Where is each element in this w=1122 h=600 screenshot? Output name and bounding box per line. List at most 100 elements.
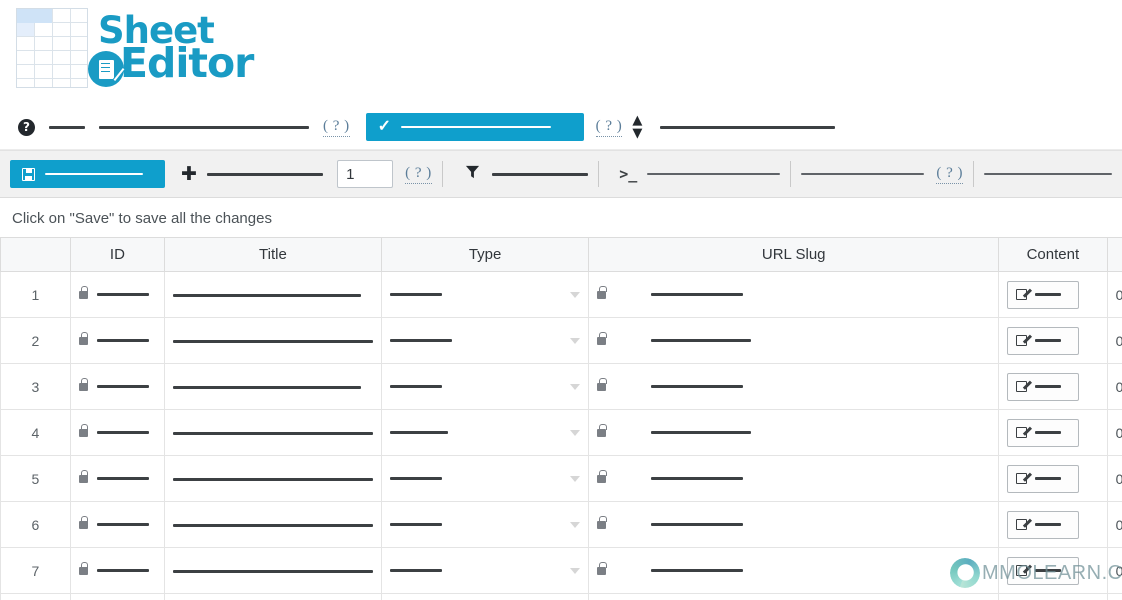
caret-down-icon[interactable] [570,383,581,390]
content-edit-button[interactable] [1007,326,1080,355]
content-edit-button[interactable] [1007,372,1080,401]
cell-url-slug[interactable] [588,271,1000,318]
content-edit-button[interactable] [1007,418,1080,447]
cell-url-slug[interactable] [588,455,1000,502]
cell-content[interactable] [998,271,1108,318]
slug-value-redacted [651,431,752,434]
cell-type[interactable] [380,271,590,318]
cell-content[interactable] [998,409,1108,456]
table-row[interactable]: 4 05-01 [0,409,1122,456]
cell-type[interactable] [380,409,590,456]
cell-content[interactable] [998,317,1108,364]
cell-title[interactable] [163,363,382,410]
caret-down-icon[interactable] [570,429,581,436]
cell-type[interactable] [380,593,590,600]
cell-title[interactable] [163,501,382,548]
funnel-filter-icon[interactable] [465,164,480,184]
last-label-redacted[interactable] [983,173,1112,175]
cell-date[interactable] [1106,593,1122,600]
cell-title[interactable] [163,409,382,456]
column-header-content[interactable]: Content [998,237,1108,272]
column-header-rownum[interactable] [0,237,71,272]
cell-id[interactable] [69,317,165,364]
column-header-type[interactable]: Type [380,237,590,272]
help-link-1[interactable]: ( ? ) [323,118,350,137]
help-link-4[interactable]: ( ? ) [936,165,963,184]
column-header-title[interactable]: Title [163,237,382,272]
table-row[interactable]: 6 04-30 [0,501,1122,548]
cell-content[interactable] [998,455,1108,502]
rows-count-input[interactable] [337,160,394,188]
cell-content[interactable] [998,501,1108,548]
caret-down-icon[interactable] [570,337,581,344]
cell-url-slug[interactable] [588,547,1000,594]
table-row[interactable]: 2 05-02 [0,317,1122,364]
save-button[interactable] [10,160,165,188]
caret-down-icon[interactable] [570,521,581,528]
table-row[interactable]: 8 [0,593,1122,600]
cell-date[interactable]: 05-02 [1106,317,1122,364]
type-value-redacted [389,293,442,296]
cell-title[interactable] [163,271,382,318]
cell-url-slug[interactable] [588,593,1000,600]
cell-type[interactable] [380,455,590,502]
cell-id[interactable] [69,455,165,502]
cell-title[interactable] [163,593,382,600]
cell-type[interactable] [380,363,590,410]
sort-updown-icon[interactable]: ▲ ▼ [632,114,642,140]
cell-id[interactable] [69,547,165,594]
cell-url-slug[interactable] [588,501,1000,548]
cell-url-slug[interactable] [588,363,1000,410]
content-edit-button[interactable] [1007,556,1080,585]
column-header-id[interactable]: ID [69,237,165,272]
cell-type[interactable] [380,547,590,594]
add-rows-label-redacted[interactable] [206,172,324,176]
primary-action-button[interactable]: ✓ [365,113,584,141]
console-label-redacted[interactable] [647,173,781,175]
table-row[interactable]: 3 05-01 [0,363,1122,410]
plus-icon[interactable]: ✚ [181,164,197,184]
cell-type[interactable] [380,317,590,364]
cell-date[interactable]: 04-30 [1106,501,1122,548]
content-edit-button[interactable] [1007,280,1080,309]
cell-id[interactable] [69,363,165,410]
content-label-redacted [1035,339,1062,342]
cell-id[interactable] [69,501,165,548]
cell-id[interactable] [69,409,165,456]
cell-date[interactable]: 05-01 [1106,409,1122,456]
cell-date[interactable]: 04-30 [1106,547,1122,594]
cell-date[interactable]: 05-01 [1106,363,1122,410]
terminal-prompt-icon[interactable]: >_ [619,165,637,183]
table-row[interactable]: 7 04-30 [0,547,1122,594]
caret-down-icon[interactable] [570,291,581,298]
cell-id[interactable] [69,271,165,318]
cell-title[interactable] [163,455,382,502]
table-row[interactable]: 5 04-30 [0,455,1122,502]
table-row[interactable]: 1 05-02 [0,271,1122,318]
filter-label-redacted[interactable] [491,172,589,176]
cell-content[interactable] [998,363,1108,410]
toolbar-field-redacted-1[interactable] [99,125,309,129]
cell-content[interactable] [998,593,1108,600]
cell-date[interactable]: 05-02 [1106,271,1122,318]
sheet-table-container[interactable]: ID Title Type URL Slug Content D 105-022… [0,237,1122,600]
cell-url-slug[interactable] [588,317,1000,364]
help-link-2[interactable]: ( ? ) [595,118,623,137]
extra-label-redacted[interactable] [801,173,925,175]
content-edit-button[interactable] [1007,510,1080,539]
help-link-3[interactable]: ( ? ) [405,165,432,184]
cell-content[interactable] [998,547,1108,594]
content-edit-button[interactable] [1007,464,1080,493]
cell-date[interactable]: 04-30 [1106,455,1122,502]
cell-id[interactable] [69,593,165,600]
help-circle-icon[interactable]: ? [18,118,35,136]
column-header-url-slug[interactable]: URL Slug [588,237,1000,272]
cell-title[interactable] [163,317,382,364]
caret-down-icon[interactable] [570,475,581,482]
column-header-date[interactable]: D [1106,237,1122,272]
cell-url-slug[interactable] [588,409,1000,456]
cell-type[interactable] [380,501,590,548]
cell-title[interactable] [163,547,382,594]
toolbar-field-redacted-2[interactable] [660,125,836,129]
caret-down-icon[interactable] [570,567,581,574]
